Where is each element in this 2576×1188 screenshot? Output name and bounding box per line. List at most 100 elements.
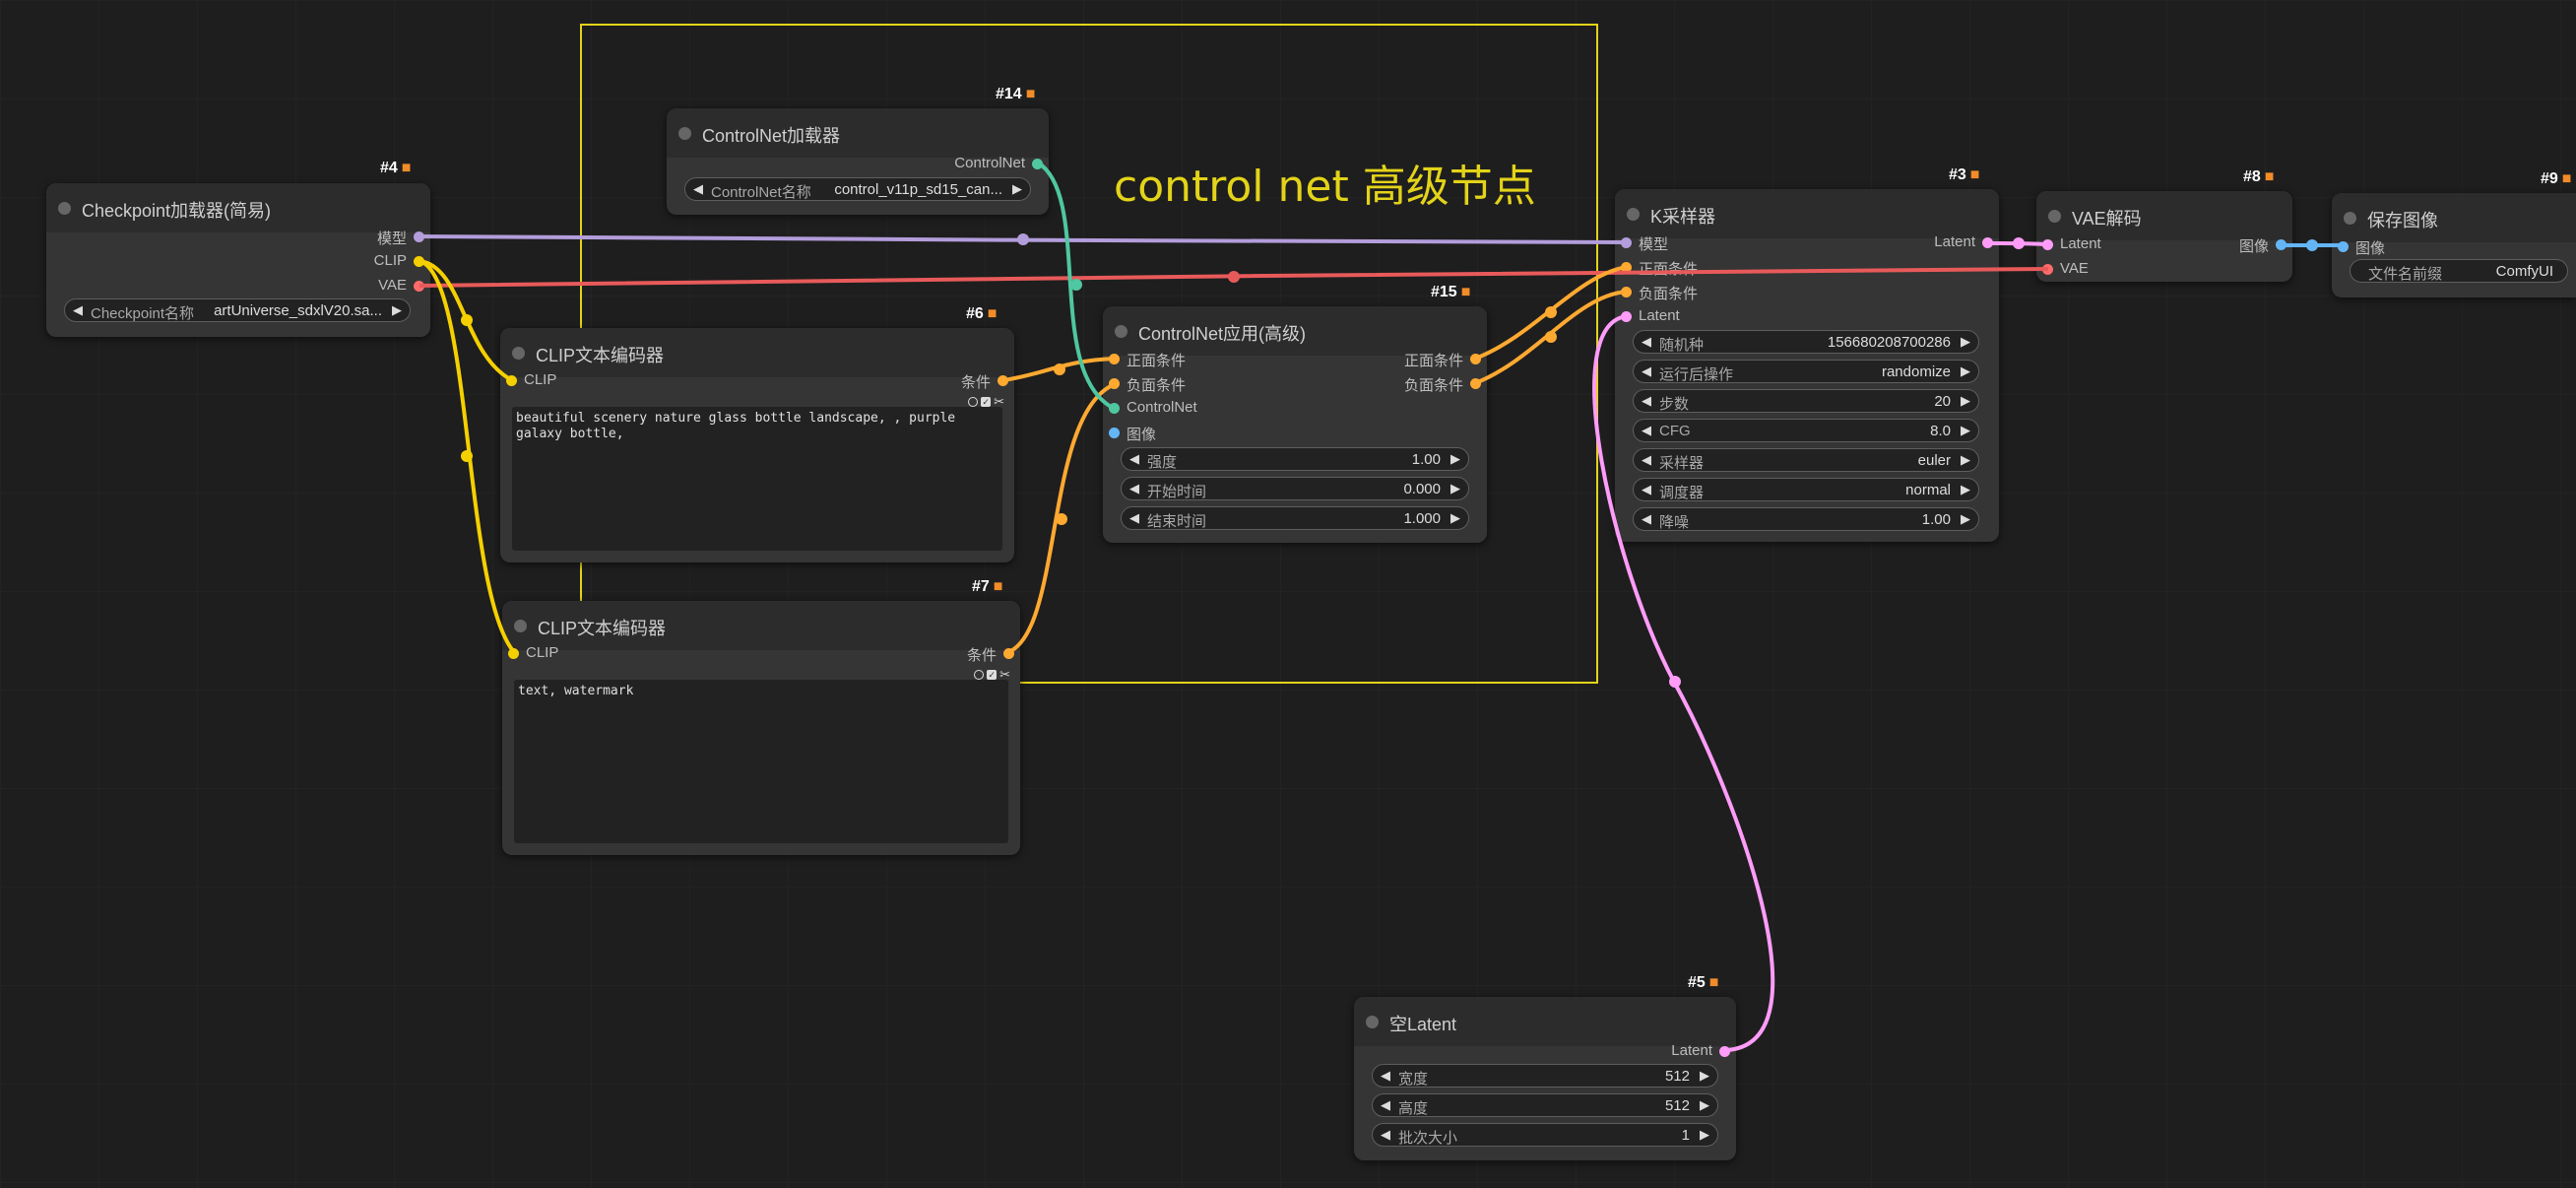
triangle-left-icon[interactable]: ◀ [1129,451,1139,467]
collapse-dot-icon[interactable] [2048,210,2061,223]
collapse-dot-icon[interactable] [512,347,525,360]
node-clip-text-encode-positive[interactable]: CLIP文本编码器 CLIP 条件 ✓ ✂ beautiful scenery n… [500,328,1014,562]
input-socket-image[interactable] [1109,428,1120,438]
output-socket-clip[interactable] [414,256,424,267]
input-socket-image[interactable] [2338,241,2349,252]
input-socket-controlnet[interactable] [1109,403,1120,414]
node-header[interactable]: VAE解码 [2036,191,2292,240]
height-widget[interactable]: ◀ 高度 512 ▶ [1372,1093,1718,1117]
output-socket-negative[interactable] [1470,378,1481,389]
triangle-right-icon[interactable]: ▶ [1961,452,1970,468]
cfg-widget[interactable]: ◀ CFG 8.0 ▶ [1633,419,1979,442]
triangle-left-icon[interactable]: ◀ [1642,363,1651,379]
input-socket-positive[interactable] [1109,354,1120,364]
input-socket-vae[interactable] [2042,264,2053,275]
triangle-right-icon[interactable]: ▶ [1700,1068,1709,1084]
node-header[interactable]: ControlNet加载器 [667,108,1049,158]
input-socket-model[interactable] [1621,237,1632,248]
triangle-left-icon[interactable]: ◀ [1129,481,1139,496]
triangle-right-icon[interactable]: ▶ [1450,481,1460,496]
triangle-left-icon[interactable]: ◀ [1642,393,1651,409]
denoise-widget[interactable]: ◀ 降噪 1.00 ▶ [1633,507,1979,531]
group-title[interactable]: control net 高级节点 [1114,151,1536,214]
output-socket-vae[interactable] [414,281,424,292]
node-clip-text-encode-negative[interactable]: CLIP文本编码器 CLIP 条件 ✓ ✂ text, watermark [502,601,1020,855]
output-socket-positive[interactable] [1470,354,1481,364]
triangle-left-icon[interactable]: ◀ [1381,1127,1390,1143]
node-controlnet-loader[interactable]: ControlNet加载器 ControlNet ◀ ControlNet名称 … [667,108,1049,215]
end-percent-widget[interactable]: ◀ 结束时间 1.000 ▶ [1121,506,1469,530]
checkbox-icon[interactable]: ✓ [987,669,998,680]
node-header[interactable]: K采样器 [1615,189,1999,238]
collapse-dot-icon[interactable] [1366,1016,1379,1028]
circle-icon[interactable] [974,669,985,680]
batch-size-widget[interactable]: ◀ 批次大小 1 ▶ [1372,1123,1718,1147]
checkpoint-name-widget[interactable]: ◀ Checkpoint名称 artUniverse_sdxlV20.sa...… [64,298,411,322]
node-header[interactable]: CLIP文本编码器 [500,328,1014,377]
node-controlnet-apply-advanced[interactable]: ControlNet应用(高级) 正面条件 负面条件 ControlNet 图像… [1103,306,1487,543]
input-socket-negative[interactable] [1109,378,1120,389]
triangle-right-icon[interactable]: ▶ [1700,1127,1709,1143]
controlnet-name-widget[interactable]: ◀ ControlNet名称 control_v11p_sd15_can... … [684,177,1031,201]
strength-widget[interactable]: ◀ 强度 1.00 ▶ [1121,447,1469,471]
output-socket-image[interactable] [2276,239,2286,250]
triangle-right-icon[interactable]: ▶ [1450,451,1460,467]
triangle-right-icon[interactable]: ▶ [1961,363,1970,379]
output-socket-latent[interactable] [1719,1046,1730,1057]
triangle-right-icon[interactable]: ▶ [392,302,402,318]
start-percent-widget[interactable]: ◀ 开始时间 0.000 ▶ [1121,477,1469,500]
input-socket-negative[interactable] [1621,287,1632,297]
node-header[interactable]: 保存图像 [2332,193,2576,242]
triangle-right-icon[interactable]: ▶ [1961,393,1970,409]
triangle-right-icon[interactable]: ▶ [1961,482,1970,497]
output-socket-conditioning[interactable] [998,375,1008,386]
collapse-dot-icon[interactable] [678,127,691,140]
input-socket-clip[interactable] [508,648,519,659]
triangle-left-icon[interactable]: ◀ [1642,482,1651,497]
circle-icon[interactable] [968,396,979,407]
triangle-left-icon[interactable]: ◀ [73,302,83,318]
node-checkpoint-loader[interactable]: Checkpoint加载器(简易) 模型 CLIP VAE ◀ Checkpoi… [46,183,430,337]
triangle-right-icon[interactable]: ▶ [1700,1097,1709,1113]
checkbox-icon[interactable]: ✓ [981,396,992,407]
sampler-widget[interactable]: ◀ 采样器 euler ▶ [1633,448,1979,472]
triangle-right-icon[interactable]: ▶ [1961,511,1970,527]
triangle-left-icon[interactable]: ◀ [1642,511,1651,527]
triangle-left-icon[interactable]: ◀ [1642,334,1651,350]
node-header[interactable]: 空Latent [1354,997,1736,1046]
collapse-dot-icon[interactable] [58,202,71,215]
triangle-left-icon[interactable]: ◀ [1642,452,1651,468]
scheduler-widget[interactable]: ◀ 调度器 normal ▶ [1633,478,1979,501]
steps-widget[interactable]: ◀ 步数 20 ▶ [1633,389,1979,413]
input-socket-latent[interactable] [2042,239,2053,250]
width-widget[interactable]: ◀ 宽度 512 ▶ [1372,1064,1718,1088]
seed-widget[interactable]: ◀ 随机种 156680208700286 ▶ [1633,330,1979,354]
input-socket-positive[interactable] [1621,262,1632,273]
collapse-dot-icon[interactable] [1115,325,1127,338]
control-after-generate-widget[interactable]: ◀ 运行后操作 randomize ▶ [1633,360,1979,383]
triangle-right-icon[interactable]: ▶ [1450,510,1460,526]
triangle-left-icon[interactable]: ◀ [1381,1068,1390,1084]
triangle-right-icon[interactable]: ▶ [1012,181,1022,197]
triangle-left-icon[interactable]: ◀ [1642,423,1651,438]
node-save-image[interactable]: 保存图像 图像 文件名前缀 ComfyUI [2332,193,2576,297]
node-header[interactable]: CLIP文本编码器 [502,601,1020,650]
prompt-textarea[interactable]: beautiful scenery nature glass bottle la… [512,407,1002,551]
output-socket-conditioning[interactable] [1003,648,1014,659]
collapse-dot-icon[interactable] [1627,208,1640,221]
collapse-dot-icon[interactable] [2344,212,2356,225]
node-header[interactable]: Checkpoint加载器(简易) [46,183,430,232]
collapse-dot-icon[interactable] [514,620,527,632]
triangle-right-icon[interactable]: ▶ [1961,423,1970,438]
triangle-right-icon[interactable]: ▶ [1961,334,1970,350]
triangle-left-icon[interactable]: ◀ [693,181,703,197]
filename-prefix-widget[interactable]: 文件名前缀 ComfyUI [2350,259,2568,283]
node-ksampler[interactable]: K采样器 模型 正面条件 负面条件 Latent Latent ◀ 随机种 15… [1615,189,1999,542]
output-socket-model[interactable] [414,231,424,242]
node-empty-latent[interactable]: 空Latent Latent ◀ 宽度 512 ▶ ◀ 高度 512 ▶ ◀ 批… [1354,997,1736,1160]
input-socket-latent[interactable] [1621,311,1632,322]
output-socket-controlnet[interactable] [1032,159,1043,169]
input-socket-clip[interactable] [506,375,517,386]
node-header[interactable]: ControlNet应用(高级) [1103,306,1487,356]
prompt-textarea[interactable]: text, watermark [514,680,1008,843]
